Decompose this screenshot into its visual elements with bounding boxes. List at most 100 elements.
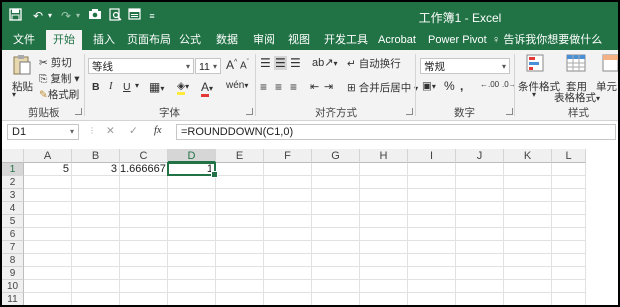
cell-a6[interactable] — [24, 228, 72, 241]
row-header-7[interactable]: 7 — [2, 241, 24, 254]
cell-j5[interactable] — [456, 215, 504, 228]
cell-d4[interactable] — [168, 202, 216, 215]
cell-e3[interactable] — [216, 189, 264, 202]
row-header-11[interactable]: 11 — [2, 293, 24, 305]
cell-d8[interactable] — [168, 254, 216, 267]
cell-g9[interactable] — [312, 267, 360, 280]
cell-l6[interactable] — [552, 228, 586, 241]
cell-i2[interactable] — [408, 176, 456, 189]
cell-i3[interactable] — [408, 189, 456, 202]
cell-a1[interactable]: 5 — [24, 163, 72, 176]
cell-k6[interactable] — [504, 228, 552, 241]
cell-d5[interactable] — [168, 215, 216, 228]
cell-e4[interactable] — [216, 202, 264, 215]
font-size-select[interactable]: 11 ▾ — [195, 58, 221, 74]
cell-k1[interactable] — [504, 163, 552, 176]
cell-l2[interactable] — [552, 176, 586, 189]
cell-j4[interactable] — [456, 202, 504, 215]
merge-center-button[interactable]: ⊞ 合并后居中 ▾ — [347, 80, 418, 95]
cell-f3[interactable] — [264, 189, 312, 202]
format-painter-button[interactable]: ✎格式刷 — [39, 87, 79, 102]
cell-c8[interactable] — [120, 254, 168, 267]
tab-review[interactable]: 审阅 — [253, 30, 275, 50]
cell-e6[interactable] — [216, 228, 264, 241]
align-top-icon[interactable]: ☰ — [260, 56, 271, 70]
tab-insert[interactable]: 插入 — [93, 30, 115, 50]
decrease-indent-icon[interactable]: ⇤ — [310, 80, 319, 93]
font-color-button[interactable]: A▾ — [201, 80, 213, 97]
row-header-6[interactable]: 6 — [2, 228, 24, 241]
cancel-icon[interactable]: ✕ — [106, 125, 115, 137]
cell-d3[interactable] — [168, 189, 216, 202]
cell-a10[interactable] — [24, 280, 72, 293]
cell-j6[interactable] — [456, 228, 504, 241]
align-bottom-icon[interactable]: ☰ — [290, 56, 301, 70]
cell-d10[interactable] — [168, 280, 216, 293]
cell-b9[interactable] — [72, 267, 120, 280]
row-header-2[interactable]: 2 — [2, 176, 24, 189]
cell-l5[interactable] — [552, 215, 586, 228]
comma-button[interactable]: , — [460, 79, 463, 93]
font-name-select[interactable]: 等线 ▾ — [88, 58, 194, 74]
cell-c5[interactable] — [120, 215, 168, 228]
column-header-k[interactable]: K — [504, 149, 552, 163]
cell-c6[interactable] — [120, 228, 168, 241]
cell-h6[interactable] — [360, 228, 408, 241]
cell-k9[interactable] — [504, 267, 552, 280]
cell-k7[interactable] — [504, 241, 552, 254]
tab-power-pivot[interactable]: Power Pivot — [428, 30, 487, 50]
font-launcher-icon[interactable] — [246, 108, 253, 115]
cell-j8[interactable] — [456, 254, 504, 267]
cell-styles-button[interactable]: 单元 — [596, 79, 617, 94]
cell-b2[interactable] — [72, 176, 120, 189]
column-header-a[interactable]: A — [24, 149, 72, 163]
align-left-icon[interactable]: ≡ — [260, 80, 267, 94]
format-as-table-button[interactable]: 表格格式▾ — [554, 90, 600, 105]
cell-k10[interactable] — [504, 280, 552, 293]
align-center-icon[interactable]: ≡ — [275, 80, 282, 94]
cell-i11[interactable] — [408, 293, 456, 305]
cell-d9[interactable] — [168, 267, 216, 280]
cell-h1[interactable] — [360, 163, 408, 176]
cell-f5[interactable] — [264, 215, 312, 228]
cell-h11[interactable] — [360, 293, 408, 305]
cell-h7[interactable] — [360, 241, 408, 254]
cell-j2[interactable] — [456, 176, 504, 189]
cell-f11[interactable] — [264, 293, 312, 305]
cell-j10[interactable] — [456, 280, 504, 293]
cell-a5[interactable] — [24, 215, 72, 228]
cell-i4[interactable] — [408, 202, 456, 215]
cell-e9[interactable] — [216, 267, 264, 280]
enter-icon[interactable]: ✓ — [129, 125, 138, 137]
alignment-launcher-icon[interactable] — [406, 108, 413, 115]
cell-k4[interactable] — [504, 202, 552, 215]
tab-data[interactable]: 数据 — [216, 30, 238, 50]
cell-d6[interactable] — [168, 228, 216, 241]
cell-l9[interactable] — [552, 267, 586, 280]
cell-k8[interactable] — [504, 254, 552, 267]
tab-developer[interactable]: 开发工具 — [324, 30, 368, 50]
cell-i6[interactable] — [408, 228, 456, 241]
cell-f2[interactable] — [264, 176, 312, 189]
cell-b8[interactable] — [72, 254, 120, 267]
cell-a8[interactable] — [24, 254, 72, 267]
column-header-e[interactable]: E — [216, 149, 264, 163]
cell-c7[interactable] — [120, 241, 168, 254]
row-header-1[interactable]: 1 — [2, 163, 24, 176]
column-header-l[interactable]: L — [552, 149, 586, 163]
grow-font-button[interactable]: A^ — [226, 58, 237, 72]
cell-e8[interactable] — [216, 254, 264, 267]
column-header-i[interactable]: I — [408, 149, 456, 163]
cell-l8[interactable] — [552, 254, 586, 267]
tab-view[interactable]: 视图 — [288, 30, 310, 50]
fill-handle[interactable] — [211, 171, 218, 178]
cell-d7[interactable] — [168, 241, 216, 254]
cell-g6[interactable] — [312, 228, 360, 241]
cell-i9[interactable] — [408, 267, 456, 280]
cell-g10[interactable] — [312, 280, 360, 293]
wrap-text-button[interactable]: ↵ 自动换行 — [347, 56, 401, 71]
cell-e2[interactable] — [216, 176, 264, 189]
clipboard-launcher-icon[interactable] — [75, 108, 82, 115]
fill-color-button[interactable]: ◈▾ — [177, 80, 189, 95]
cell-j7[interactable] — [456, 241, 504, 254]
